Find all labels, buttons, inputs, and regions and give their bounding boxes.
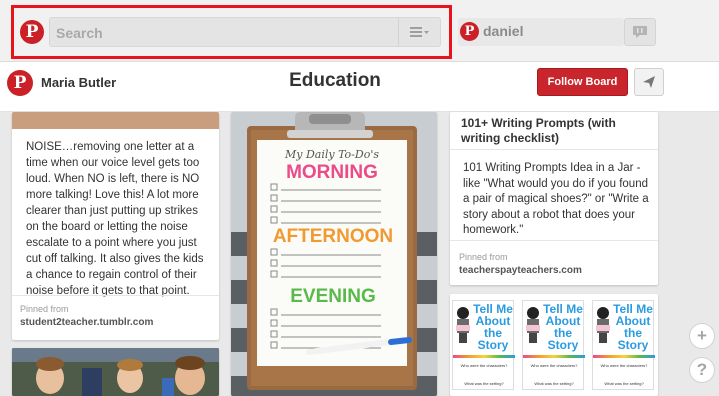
board-title: Education <box>289 70 381 91</box>
pin-source-link[interactable]: student2teacher.tumblr.com <box>20 317 153 328</box>
search-highlight-box <box>11 5 452 59</box>
story-question-2: What was the setting? <box>534 381 574 386</box>
pin-description: NOISE…removing one letter at a time when… <box>26 141 204 297</box>
send-paper-plane-icon <box>643 76 655 88</box>
story-color-strip <box>593 355 655 358</box>
pin-description: 101 Writing Prompts Idea in a Jar - like… <box>463 162 649 236</box>
story-color-strip <box>523 355 585 358</box>
send-board-button[interactable] <box>634 68 664 96</box>
todo-morning-label: MORNING <box>286 162 378 183</box>
story-card-2: Tell Me About the Story Who were the charac… <box>522 300 585 390</box>
user-avatar-icon: P <box>460 22 479 41</box>
story-card-1: Tell Me About the Story Who were the charac… <box>452 300 515 390</box>
todo-afternoon-label: AFTERNOON <box>273 226 393 247</box>
pinned-from-label: Pinned from <box>459 252 508 262</box>
kids-photo-image <box>12 348 219 396</box>
board-owner-avatar[interactable]: P <box>7 70 33 96</box>
story-color-strip <box>453 355 515 358</box>
pin-source-link[interactable]: teacherspayteachers.com <box>459 265 582 276</box>
story-question-2: What was the setting? <box>604 381 644 386</box>
pin-source-card-noise[interactable]: Pinned from student2teacher.tumblr.com <box>12 295 219 340</box>
add-pin-button[interactable]: + <box>689 323 715 349</box>
pin-divider <box>12 295 219 296</box>
pin-card-daily-todo[interactable]: My Daily To-Do's MORNING AFTERNOON EVENI… <box>231 112 437 396</box>
story-question-1: Who were the characters? <box>460 363 508 368</box>
girl-reading-icon <box>526 307 540 343</box>
pin-card-writing-prompts[interactable]: 101+ Writing Prompts (with writing check… <box>450 112 658 285</box>
pin-divider <box>450 149 658 150</box>
board-owner-name[interactable]: Maria Butler <box>41 75 116 90</box>
pinned-from-label: Pinned from <box>20 304 69 314</box>
todo-evening-label: EVENING <box>290 286 376 307</box>
todo-handwriting-title: My Daily To-Do's <box>284 148 379 161</box>
help-button[interactable]: ? <box>689 357 715 383</box>
story-title: Tell Me About the Story <box>473 302 513 352</box>
story-question-1: Who were the characters? <box>600 363 648 368</box>
pin-title[interactable]: 101+ Writing Prompts (with writing check… <box>461 116 651 146</box>
follow-board-button[interactable]: Follow Board <box>537 68 628 96</box>
speech-bubble-icon <box>633 26 647 38</box>
girl-reading-icon <box>596 307 610 343</box>
top-navigation-bar: P P daniel <box>0 0 719 62</box>
board-header: P Maria Butler Education Follow Board <box>0 62 719 112</box>
pin-card-kids-photo[interactable] <box>12 348 219 396</box>
pin-divider <box>450 240 658 241</box>
user-profile-button[interactable]: P daniel <box>458 18 624 46</box>
girl-reading-icon <box>456 307 470 343</box>
story-title: Tell Me About the Story <box>543 302 583 352</box>
daily-todo-clipboard-image: My Daily To-Do's MORNING AFTERNOON EVENI… <box>231 112 437 396</box>
pin-image-top <box>12 112 219 129</box>
story-card-3: Tell Me About the Story Who were the charac… <box>592 300 655 390</box>
story-title: Tell Me About the Story <box>613 302 653 352</box>
messages-button[interactable] <box>624 18 656 46</box>
pin-card-tell-me-story[interactable]: Tell Me About the Story Who were the charac… <box>450 294 658 396</box>
story-question-1: Who were the characters? <box>530 363 578 368</box>
story-question-2: What was the setting? <box>464 381 504 386</box>
user-name: daniel <box>483 23 524 39</box>
